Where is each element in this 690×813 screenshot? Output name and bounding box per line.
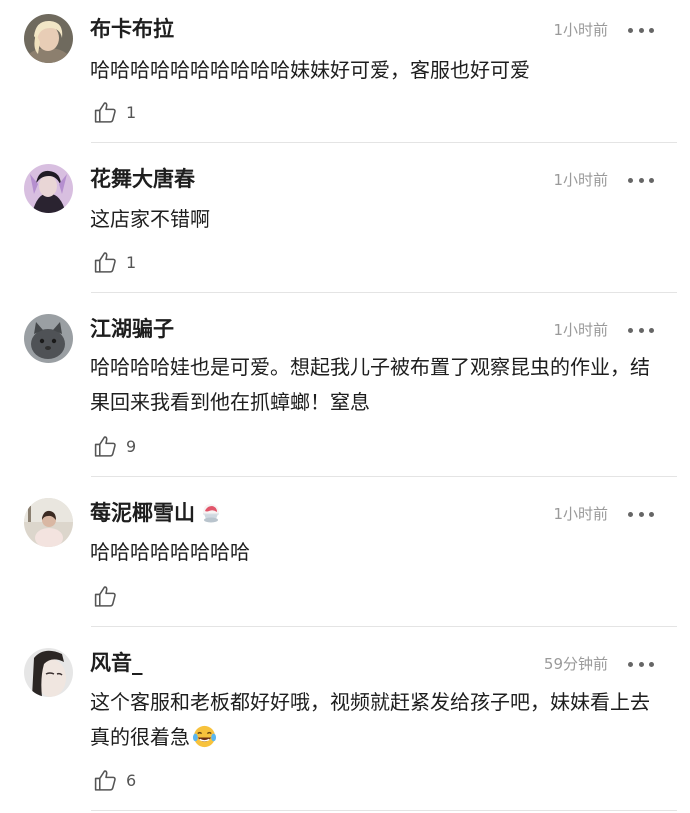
comment-list: 布卡布拉 1小时前 哈哈哈哈哈哈哈哈哈哈妹妹好可爱，客服也好可爱 1 花舞大唐春… xyxy=(0,0,690,813)
username[interactable]: 布卡布拉 xyxy=(90,14,174,44)
timestamp: 1小时前 xyxy=(553,321,608,339)
more-icon[interactable] xyxy=(628,169,654,191)
like-button[interactable]: 6 xyxy=(93,767,136,793)
avatar[interactable] xyxy=(24,648,73,697)
like-button[interactable]: 1 xyxy=(93,99,136,125)
more-icon[interactable] xyxy=(628,319,654,341)
comment-item: 江湖骗子 1小时前 哈哈哈哈娃也是可爱。想起我儿子被布置了观察昆虫的作业，结果回… xyxy=(0,300,690,477)
like-count: 1 xyxy=(126,252,137,272)
comment-text-body: 这个客服和老板都好好哦，视频就赶紧发给孩子吧，妹妹看上去真的很着急 xyxy=(90,690,650,749)
timestamp: 1小时前 xyxy=(553,21,608,39)
more-icon[interactable] xyxy=(628,653,654,675)
comment-item: 莓泥椰雪山 1小时前 哈哈哈哈哈哈哈哈 xyxy=(0,484,690,627)
username[interactable]: 江湖骗子 xyxy=(90,314,174,344)
like-button[interactable] xyxy=(93,583,126,609)
more-icon[interactable] xyxy=(628,19,654,41)
comment-text: 哈哈哈哈哈哈哈哈哈哈妹妹好可爱，客服也好可爱 xyxy=(90,58,530,82)
avatar[interactable] xyxy=(24,164,73,213)
comment-text: 这个客服和老板都好好哦，视频就赶紧发给孩子吧，妹妹看上去真的很着急 xyxy=(90,685,665,755)
avatar[interactable] xyxy=(24,14,73,63)
comment-text: 哈哈哈哈哈哈哈哈 xyxy=(90,540,250,564)
comment-item: 花舞大唐春 1小时前 这店家不错啊 1 xyxy=(0,150,690,293)
username-text: 莓泥椰雪山 xyxy=(90,501,195,525)
comment-item: 风音_ 59分钟前 这个客服和老板都好好哦，视频就赶紧发给孩子吧，妹妹看上去真的… xyxy=(0,634,690,811)
thumbs-up-icon xyxy=(94,251,116,273)
comment-text: 这店家不错啊 xyxy=(90,207,210,231)
thumbs-up-icon xyxy=(94,101,116,123)
timestamp: 1小时前 xyxy=(553,171,608,189)
shaved-ice-emoji xyxy=(203,504,219,523)
username[interactable]: 风音_ xyxy=(90,648,143,678)
more-icon[interactable] xyxy=(628,503,654,525)
thumbs-up-icon xyxy=(94,585,116,607)
comment-text: 哈哈哈哈娃也是可爱。想起我儿子被布置了观察昆虫的作业，结果回来我看到他在抓蟑螂！… xyxy=(90,355,650,414)
avatar[interactable] xyxy=(24,314,73,363)
username[interactable]: 莓泥椰雪山 xyxy=(90,498,224,528)
avatar[interactable] xyxy=(24,498,73,547)
like-button[interactable]: 1 xyxy=(93,249,136,275)
thumbs-up-icon xyxy=(94,435,116,457)
like-button[interactable]: 9 xyxy=(93,433,136,459)
thumbs-up-icon xyxy=(94,769,116,791)
laughing-tears-emoji xyxy=(192,725,217,748)
like-count: 1 xyxy=(126,102,137,122)
username[interactable]: 花舞大唐春 xyxy=(90,164,195,194)
comment-item: 布卡布拉 1小时前 哈哈哈哈哈哈哈哈哈哈妹妹好可爱，客服也好可爱 1 xyxy=(0,0,690,143)
timestamp: 1小时前 xyxy=(553,505,608,523)
like-count: 9 xyxy=(126,436,137,456)
timestamp: 59分钟前 xyxy=(543,655,608,673)
like-count: 6 xyxy=(126,770,137,790)
